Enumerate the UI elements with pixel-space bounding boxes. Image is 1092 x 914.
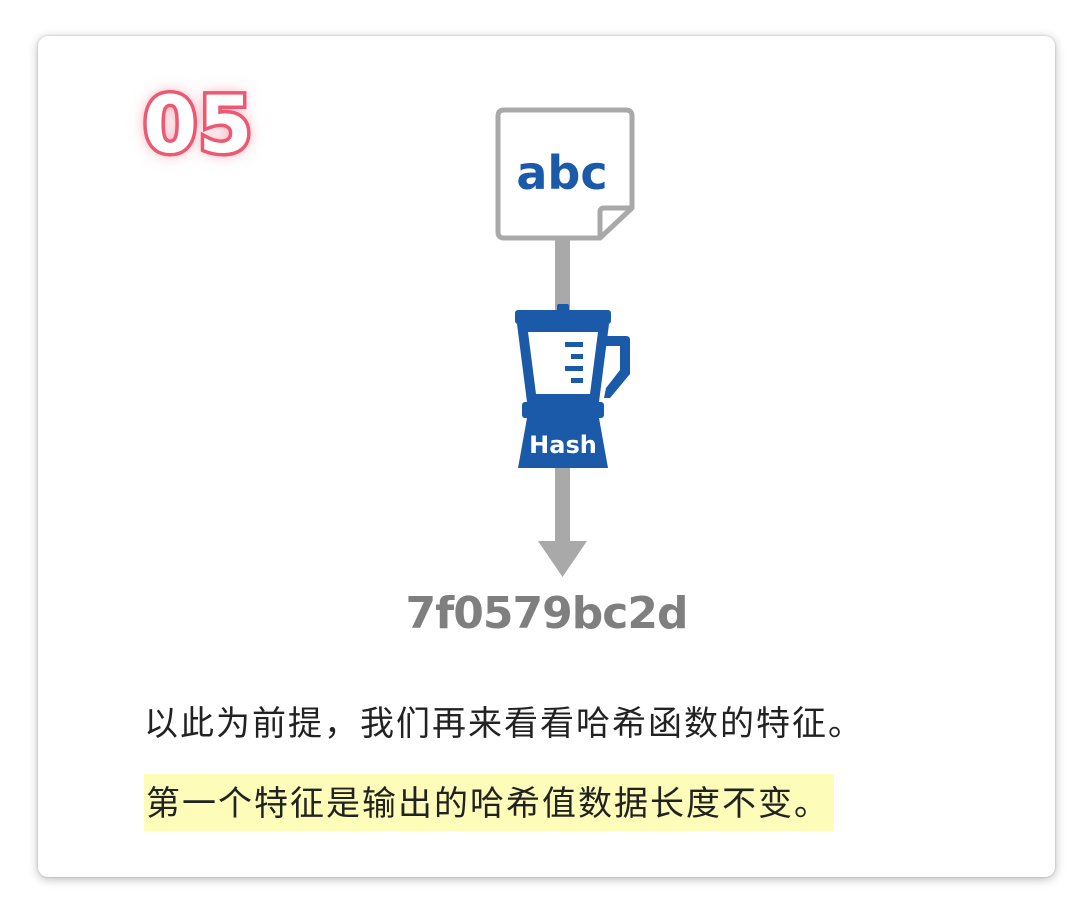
hash-diagram: abc Hash bbox=[495, 107, 635, 577]
card: 05 abc Hash 7f0579bc2d 以此为前提，我们再来看看哈希函数的… bbox=[38, 36, 1055, 877]
document-text: abc bbox=[516, 146, 607, 200]
paragraph-line-2-highlighted: 第一个特征是输出的哈希值数据长度不变。 bbox=[144, 774, 834, 831]
hash-output: 7f0579bc2d bbox=[405, 588, 689, 639]
hash-label: Hash bbox=[529, 431, 597, 459]
document-icon: abc bbox=[495, 107, 635, 241]
paragraph-line-1: 以此为前提，我们再来看看哈希函数的特征。 bbox=[144, 704, 864, 744]
down-arrow-icon bbox=[538, 541, 587, 577]
connector-line-bottom bbox=[555, 466, 570, 546]
blender-icon: Hash bbox=[515, 304, 630, 468]
